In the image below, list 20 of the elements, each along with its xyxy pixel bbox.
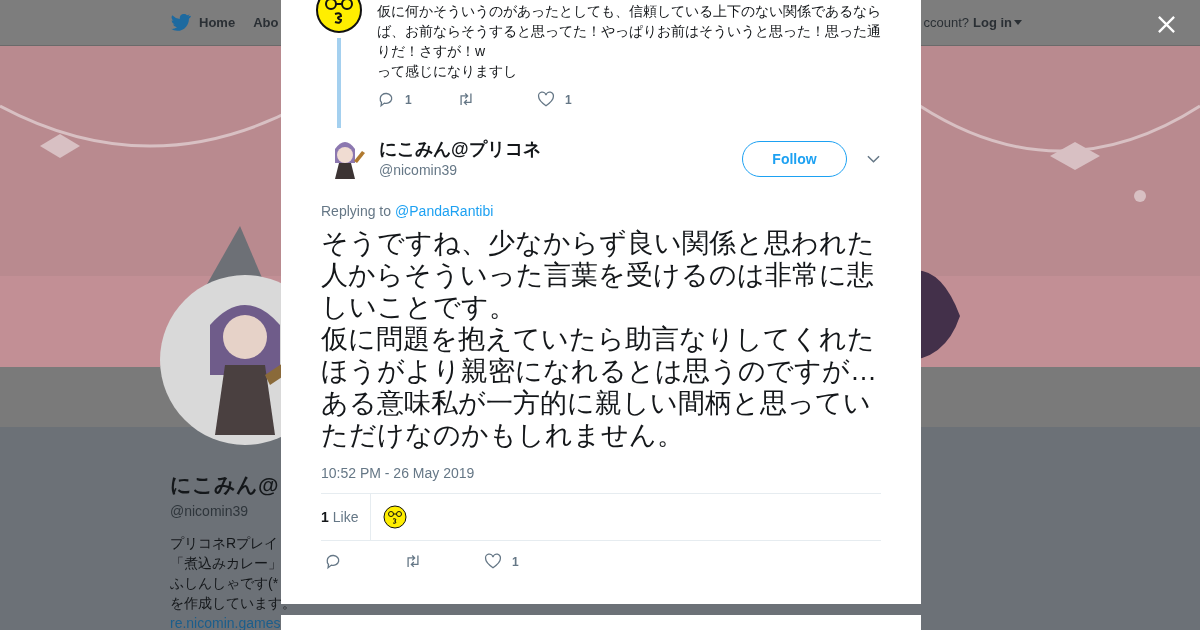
nav-link[interactable]: Home <box>199 15 236 30</box>
close-icon[interactable] <box>1157 15 1176 34</box>
heart-icon[interactable] <box>484 553 502 571</box>
profile-handle: @nicomin39 <box>170 502 249 521</box>
count-label: 1 <box>512 555 519 569</box>
caret-icon <box>1014 20 1022 25</box>
bio-text: プリコネRプレイ <box>170 534 279 553</box>
nav-link[interactable]: Abo <box>253 15 279 30</box>
account-prompt: ccount? <box>923 15 969 30</box>
avatar-icon <box>315 0 363 34</box>
reply-icon[interactable] <box>324 553 342 571</box>
login-link[interactable]: Log in <box>973 15 1022 30</box>
bio-text: を作成しています。 <box>170 594 296 613</box>
likes-label: Like <box>332 509 359 525</box>
bio-text: ふしんしゃです(* <box>170 574 279 593</box>
timestamp: 10:52 PM - 26 May 2019 <box>321 465 476 481</box>
likes-number: 1 <box>321 509 329 525</box>
liker-avatar-icon <box>383 505 408 529</box>
profile-name: にこみん@ <box>170 472 279 498</box>
bio-text: 「煮込みカレー」 <box>170 554 282 573</box>
